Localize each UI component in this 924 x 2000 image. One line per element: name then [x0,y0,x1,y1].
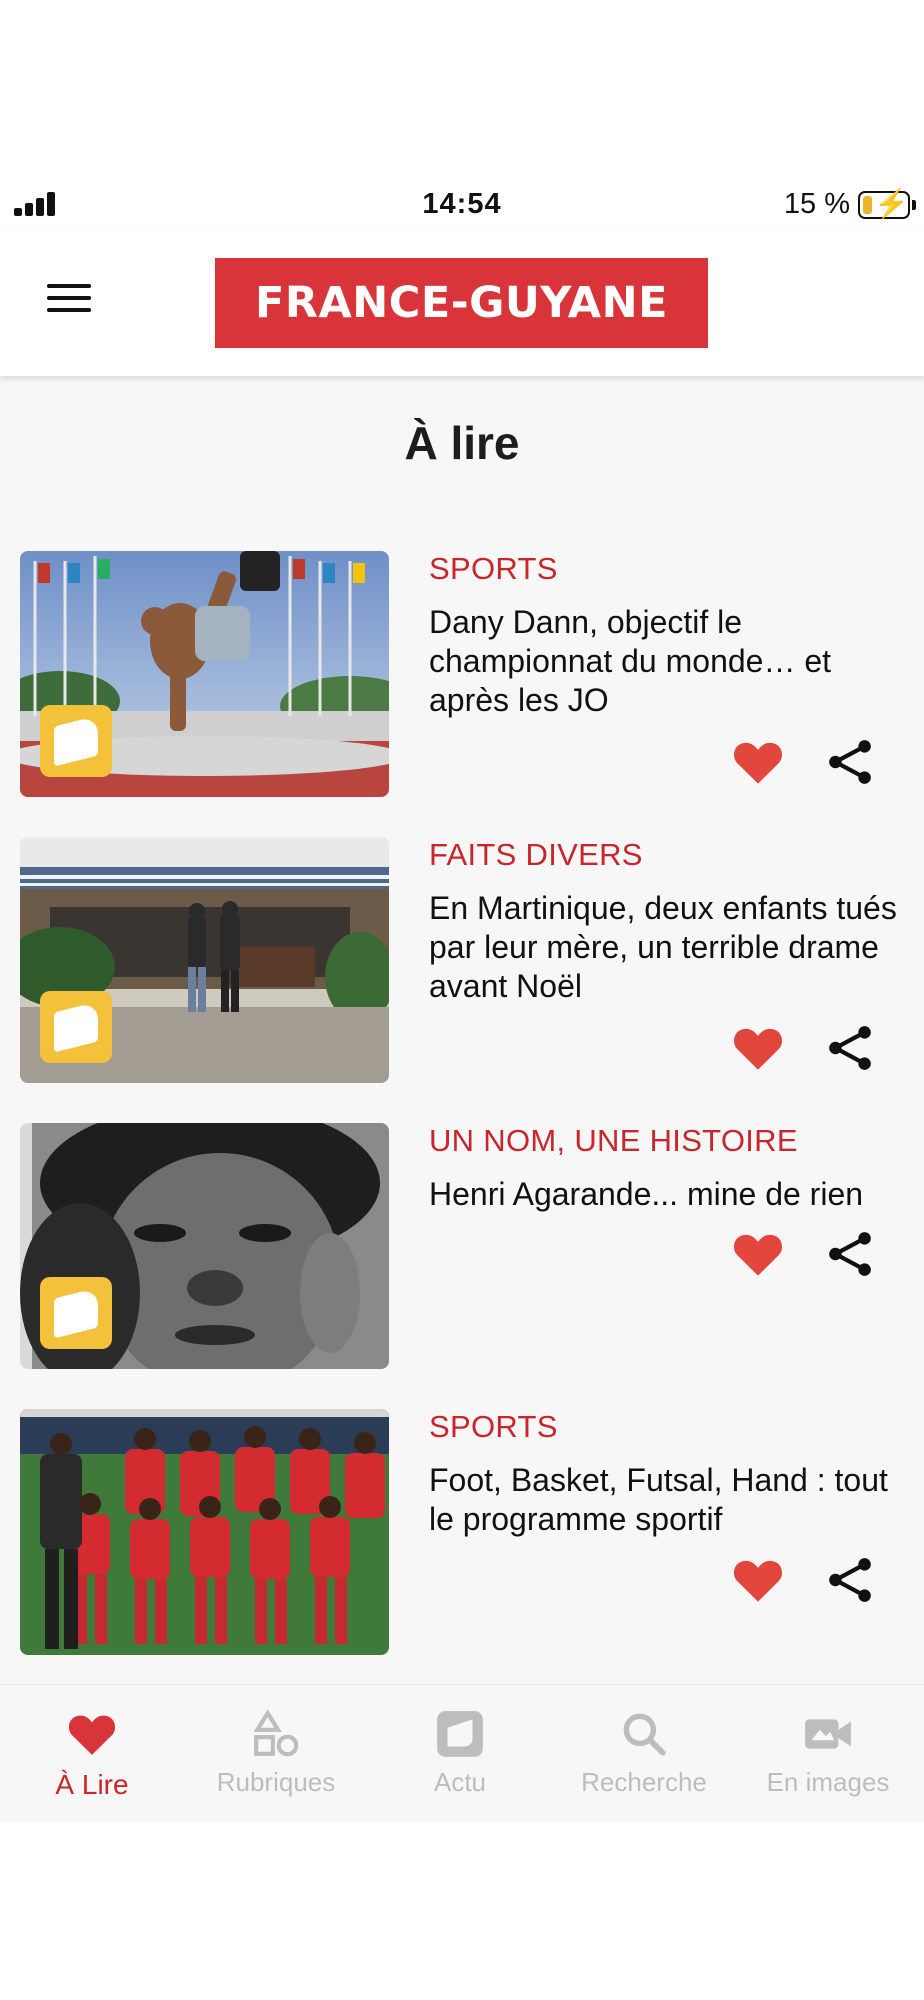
main-content: À lire SPORTS Dany Dann, objectif le cha… [0,376,924,1684]
tab-en-images[interactable]: En images [736,1709,920,1809]
article-thumbnail[interactable] [20,1123,389,1369]
article-category[interactable]: SPORTS [429,1409,558,1445]
article-thumbnail[interactable] [20,551,389,797]
battery-status: 15 % ⚡ [783,188,916,221]
search-icon [623,1713,666,1756]
article-thumbnail[interactable] [20,837,389,1083]
battery-percent: 15 % [783,188,850,220]
heart-icon[interactable] [732,737,784,787]
tab-a-lire[interactable]: À Lire [0,1709,184,1809]
share-icon[interactable] [825,1023,875,1073]
tab-label: Rubriques [216,1767,336,1797]
bottom-tab-bar: À Lire Rubriques Actu Recherche En image… [0,1684,924,1822]
article-category[interactable]: UN NOM, UNE HISTOIRE [429,1123,798,1159]
article-card[interactable]: SPORTS Foot, Basket, Futsal, Hand : tout… [20,1409,910,1655]
shapes-icon [253,1709,299,1757]
heart-icon[interactable] [732,1229,784,1279]
football-team-photo [20,1409,389,1655]
article-title[interactable]: Henri Agarande... mine de rien [429,1175,899,1214]
tab-label: En images [766,1767,890,1797]
article-card[interactable]: FAITS DIVERS En Martinique, deux enfants… [20,837,910,1083]
tab-rubriques[interactable]: Rubriques [184,1709,368,1809]
tab-label: Actu [433,1767,487,1797]
article-category[interactable]: SPORTS [429,551,558,587]
status-bar: 14:54 15 % ⚡ [0,180,924,230]
article-card[interactable]: SPORTS Dany Dann, objectif le championna… [20,551,910,797]
battery-charging-icon: ⚡ [858,189,916,219]
news-badge-icon [40,991,112,1063]
tab-actu[interactable]: Actu [368,1709,552,1809]
heart-icon[interactable] [732,1555,784,1605]
share-icon[interactable] [825,1555,875,1605]
article-thumbnail[interactable] [20,1409,389,1655]
share-icon[interactable] [825,737,875,787]
page-title: À lire [404,417,520,469]
article-title[interactable]: Foot, Basket, Futsal, Hand : tout le pro… [429,1461,899,1539]
hamburger-menu-icon[interactable] [44,278,94,318]
video-camera-icon [805,1719,851,1749]
news-badge-icon [40,705,112,777]
france-guyane-logo[interactable]: FRANCE-GUYANE [215,258,708,348]
article-title[interactable]: Dany Dann, objectif le championnat du mo… [429,603,899,720]
newspaper-icon [437,1711,483,1757]
article-title[interactable]: En Martinique, deux enfants tués par leu… [429,889,899,1006]
heart-icon [68,1715,116,1755]
tab-recherche[interactable]: Recherche [552,1709,736,1809]
heart-icon[interactable] [732,1023,784,1073]
tab-label: Recherche [581,1767,707,1797]
tab-label: À Lire [55,1769,129,1800]
article-category[interactable]: FAITS DIVERS [429,837,643,873]
share-icon[interactable] [825,1229,875,1279]
news-badge-icon [40,1277,112,1349]
app-header: FRANCE-GUYANE [0,230,924,376]
article-card[interactable]: UN NOM, UNE HISTOIRE Henri Agarande... m… [20,1123,910,1369]
